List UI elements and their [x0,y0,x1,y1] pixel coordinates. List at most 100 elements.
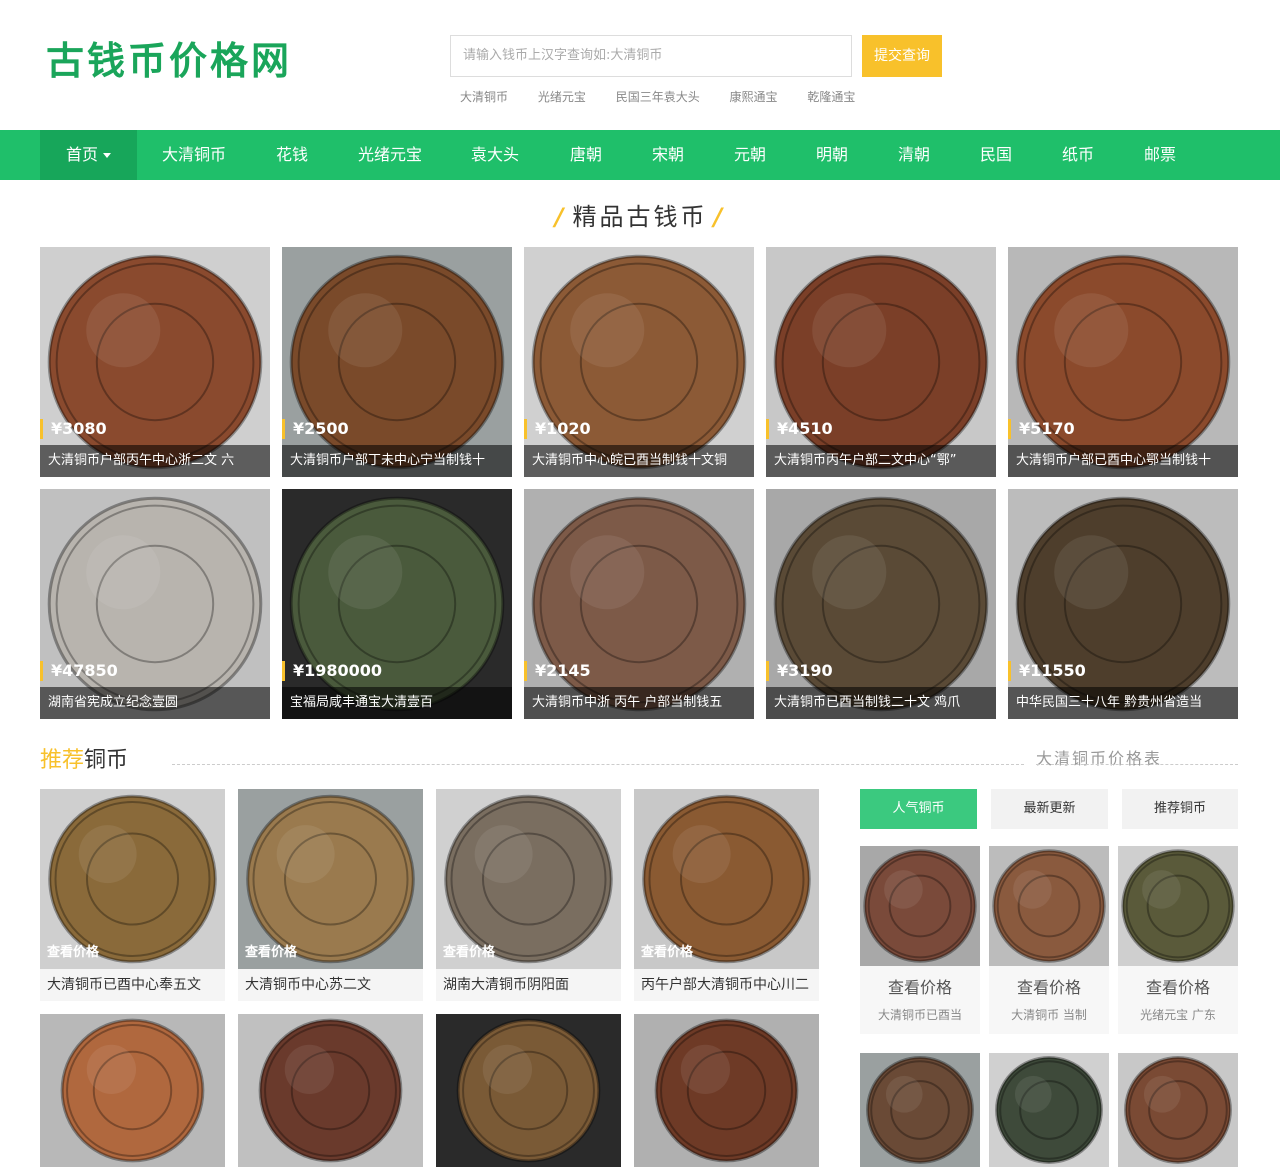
coin-name[interactable]: 大清铜币中心苏二文 [245,969,371,1001]
recommend-card[interactable]: 查看价格大清铜币中心苏二文 [238,789,423,1001]
nav-item[interactable]: 唐朝 [556,130,616,180]
recommend-card[interactable] [436,1014,621,1167]
nav-item[interactable]: 元朝 [720,130,780,180]
nav-item[interactable]: 纸币 [1048,130,1108,180]
coin-caption[interactable]: 大清铜币丙午户部二文中心“鄂” [766,445,996,477]
recommend-title-rest: 铜币 [84,748,129,773]
coin-image [860,846,980,966]
coin-image [989,1053,1109,1167]
coin-image [1008,489,1238,719]
sidebar-coin-card[interactable] [989,1053,1109,1167]
site-logo[interactable]: 古钱币价格网 [46,30,292,85]
sidebar-coin-card[interactable]: 查看价格大清铜币已酉当 [860,846,980,1034]
coin-card[interactable]: ¥2500 大清铜币户部丁未中心宁当制钱十 [282,247,512,477]
search-input[interactable]: 请输入钱币上汉字查询如:大清铜币 [450,35,852,77]
nav-item[interactable]: 清朝 [884,130,944,180]
recommend-card[interactable]: 查看价格 湖南大清铜币阴阳面 [436,789,621,1001]
hot-link[interactable]: 光绪元宝 [538,90,586,104]
view-price-link[interactable]: 查看价格 [860,974,980,998]
view-price-label: 查看价格 [245,945,298,960]
coin-caption[interactable]: 大清铜币中心皖已酉当制钱十文铜 [524,445,754,477]
coin-name[interactable]: 丙午户部大清铜币中心川二 [641,969,809,1001]
featured-section-title: / 精品古钱币 / [0,197,1280,232]
nav-item[interactable]: 大清铜币 [150,130,238,180]
coin-image [282,489,512,719]
coin-card[interactable]: ¥4510 大清铜币丙午户部二文中心“鄂” [766,247,996,477]
sidebar-coin-card[interactable] [860,1053,980,1167]
coin-caption[interactable]: 宝福局咸丰通宝大清壹百 [282,687,512,719]
featured-title-text: 精品古钱币 [572,203,708,231]
hot-link[interactable]: 大清铜币 [460,90,508,104]
coin-caption[interactable]: 大清铜币户部丁未中心宁当制钱十 [282,445,512,477]
coin-price: ¥3190 [766,661,833,681]
coin-image [766,247,996,477]
site-header: 古钱币价格网 请输入钱币上汉字查询如:大清铜币 提交查询 大清铜币 光绪元宝 民… [0,0,1280,130]
nav-item[interactable]: 光绪元宝 [348,130,432,180]
coin-caption[interactable]: 湖南省宪成立纪念壹圆 [40,687,270,719]
coin-card[interactable]: ¥3080 大清铜币户部丙午中心浙二文 六 [40,247,270,477]
coin-name: 大清铜币已酉当 [877,1008,962,1022]
coin-image [40,247,270,477]
recommend-title: 推荐铜币 [40,742,128,774]
nav-item-home[interactable]: 首页 [40,130,137,180]
coin-image [766,489,996,719]
hot-search-links: 大清铜币 光绪元宝 民国三年袁大头 康熙通宝 乾隆通宝 [460,88,881,105]
coin-name[interactable]: 湖南大清铜币阴阳面 [443,969,569,1001]
chevron-down-icon [103,153,111,158]
sidebar-coin-card[interactable]: 查看价格大清铜币 当制 [989,846,1109,1034]
coin-name: 大清铜币 当制 [1011,1008,1087,1022]
nav-item[interactable]: 花钱 [262,130,322,180]
divider [172,764,1024,765]
coin-image [282,247,512,477]
nav-item[interactable]: 民国 [966,130,1026,180]
coin-caption[interactable]: 大清铜币户部丙午中心浙二文 六 [40,445,270,477]
recommend-card[interactable] [634,1014,819,1167]
coin-caption[interactable]: 大清铜币中浙 丙午 户部当制钱五 [524,687,754,719]
coin-card[interactable]: ¥3190 大清铜币已酉当制钱二十文 鸡爪 [766,489,996,719]
nav-item[interactable]: 明朝 [802,130,862,180]
decor-slash-icon: / [713,203,726,231]
hot-link[interactable]: 乾隆通宝 [807,90,855,104]
coin-card[interactable]: ¥5170 大清铜币户部已酉中心鄂当制钱十 [1008,247,1238,477]
divider [1036,764,1238,765]
tab-latest[interactable]: 最新更新 [991,789,1108,829]
coin-card[interactable]: ¥1020 大清铜币中心皖已酉当制钱十文铜 [524,247,754,477]
coin-caption[interactable]: 大清铜币已酉当制钱二十文 鸡爪 [766,687,996,719]
nav-item[interactable]: 袁大头 [460,130,530,180]
coin-card[interactable]: ¥2145 大清铜币中浙 丙午 户部当制钱五 [524,489,754,719]
recommend-card[interactable] [40,1014,225,1167]
coin-price: ¥2145 [524,661,591,681]
search-button[interactable]: 提交查询 [862,35,942,77]
coin-price: ¥2500 [282,419,349,439]
coin-image [40,1014,225,1167]
tab-popular[interactable]: 人气铜币 [860,789,977,829]
coin-card[interactable]: ¥47850 湖南省宪成立纪念壹圆 [40,489,270,719]
coin-card[interactable]: ¥1980000 宝福局咸丰通宝大清壹百 [282,489,512,719]
coin-price: ¥4510 [766,419,833,439]
coin-price: ¥47850 [40,661,118,681]
coin-image [1008,247,1238,477]
coin-caption[interactable]: 大清铜币户部已酉中心鄂当制钱十 [1008,445,1238,477]
view-price-link[interactable]: 查看价格 [1118,974,1238,998]
recommend-card[interactable]: 查看价格 丙午户部大清铜币中心川二 [634,789,819,1001]
recommend-card[interactable] [238,1014,423,1167]
nav-item[interactable]: 邮票 [1130,130,1190,180]
hot-link[interactable]: 康熙通宝 [730,90,778,104]
hot-link[interactable]: 民国三年袁大头 [616,90,700,104]
coin-image [860,1053,980,1167]
sidebar-coin-card[interactable]: 查看价格 光绪元宝 广东 [1118,846,1238,1034]
tab-recommended[interactable]: 推荐铜币 [1122,789,1238,829]
nav-label: 首页 [65,145,98,164]
coin-name[interactable]: 大清铜币已酉中心奉五文 [47,969,201,1001]
sidebar-coin-card[interactable] [1118,1053,1238,1167]
coin-caption[interactable]: 中华民国三十八年 黔贵州省造当 [1008,687,1238,719]
coin-image [989,846,1109,966]
coin-price: ¥3080 [40,419,107,439]
price-table-link[interactable]: 大清铜币价格表 [1036,745,1162,769]
coin-price: ¥11550 [1008,661,1086,681]
coin-image [1118,846,1238,966]
view-price-link[interactable]: 查看价格 [989,974,1109,998]
recommend-card[interactable]: 查看价格 大清铜币已酉中心奉五文 [40,789,225,1001]
nav-item[interactable]: 宋朝 [638,130,698,180]
coin-card[interactable]: ¥11550 中华民国三十八年 黔贵州省造当 [1008,489,1238,719]
